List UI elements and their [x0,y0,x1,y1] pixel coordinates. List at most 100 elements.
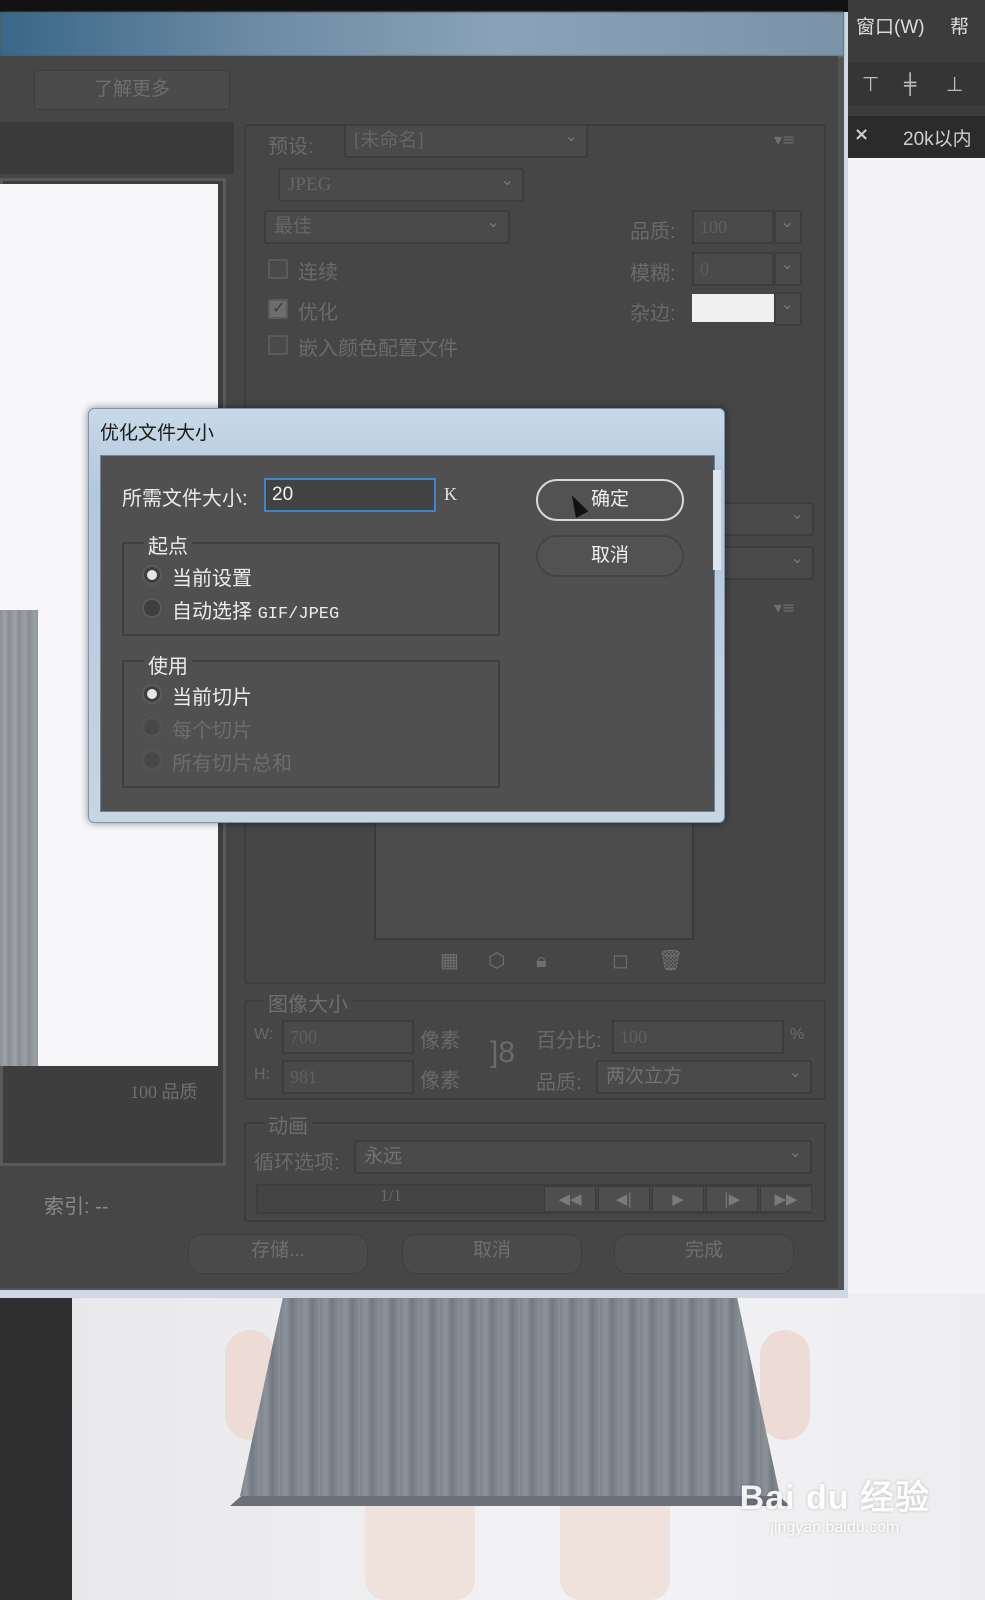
blur-field[interactable]: 0 [692,252,774,286]
start-group-title: 起点 [144,530,192,559]
preset-label: 预设: [268,136,314,158]
document-tab[interactable]: 20k以内 [903,124,972,151]
matte-label: 杂边: [630,303,676,325]
chevron-down-icon: ⌄ [564,126,578,145]
dither-select[interactable]: ⌄ [720,546,814,580]
photoshop-canvas [848,158,985,1293]
current-settings-radio[interactable] [142,565,162,585]
panel-menu-icon[interactable]: ▾≡ [774,130,795,149]
height-field[interactable]: 981 [282,1060,414,1094]
photo-skirt [240,1296,780,1496]
chevron-down-icon: ⌄ [780,294,794,313]
format-select[interactable]: JPEG ⌄ [278,168,524,202]
percent-unit: % [790,1026,805,1043]
loop-select[interactable]: 永远 ⌄ [354,1140,812,1174]
chevron-down-icon: ⌄ [486,212,500,231]
save-button[interactable]: 存储... [188,1234,368,1274]
optimized-label: 优化 [298,302,338,324]
resample-label: 品质: [536,1072,582,1094]
embed-profile-checkbox[interactable] [268,335,288,355]
last-frame-icon[interactable]: ▶▶ [760,1186,812,1212]
optimize-dialog-title: 优化文件大小 [100,423,215,444]
chevron-down-icon: ⌄ [790,548,804,567]
progressive-label: 连续 [298,262,338,284]
dialog-edge-highlight [713,470,721,570]
resample-select[interactable]: 两次立方 ⌄ [596,1060,812,1094]
animation-title: 动画 [264,1110,312,1139]
learn-more-button[interactable]: 了解更多 [34,70,230,110]
prev-frame-icon[interactable]: ◀| [598,1186,650,1212]
quality-label: 品质: [630,221,676,243]
matte-dropdown[interactable]: ⌄ [774,292,802,326]
matte-swatch[interactable] [692,294,774,322]
width-field[interactable]: 700 [282,1020,414,1054]
trash-icon[interactable]: 🗑︎ [658,948,683,972]
preview-person [0,610,38,1066]
chevron-down-icon: ⌄ [788,1062,802,1081]
chevron-down-icon: ⌄ [790,504,804,523]
width-unit: 像素 [420,1030,460,1052]
align-top-icon[interactable]: ⊤ [862,72,884,96]
dialog-cancel-button[interactable]: 取消 [536,535,684,577]
new-color-icon[interactable]: ◻ [612,948,629,972]
preview-quality-label: 100 品质 [130,1082,198,1102]
blur-dropdown[interactable]: ⌄ [774,252,802,286]
photo-leg-left [365,1506,475,1600]
height-label: H: [254,1066,270,1083]
first-frame-icon[interactable]: ◀◀ [544,1186,596,1212]
optimized-checkbox[interactable] [268,298,288,319]
height-unit: 像素 [420,1070,460,1092]
current-settings-label: 当前设置 [172,568,252,590]
chevron-down-icon: ⌄ [500,170,514,189]
progressive-checkbox[interactable] [268,259,288,279]
each-slice-radio[interactable] [142,717,162,737]
each-slice-label: 每个切片 [172,720,252,742]
width-label: W: [254,1026,274,1043]
frame-counter: 1/1 [380,1186,402,1205]
blur-label: 模糊: [630,263,676,285]
auto-select-format: GIF/JPEG [257,605,340,624]
menu-help[interactable]: 帮 [950,12,969,39]
photo-hand-right [760,1330,810,1440]
save-for-web-titlebar [0,12,844,56]
tab-close-icon[interactable]: × [854,124,869,145]
align-bottom-icon[interactable]: ⊥ [946,72,968,96]
left-panel-strip [0,1290,72,1600]
align-vcenter-icon[interactable]: ╪ [904,72,926,96]
quality-dropdown[interactable]: ⌄ [774,210,802,244]
ok-button[interactable]: 确定 [536,479,684,521]
current-slice-radio[interactable] [142,684,162,704]
auto-select-radio[interactable] [142,598,162,618]
web-snap-icon[interactable]: ▦ [440,948,459,972]
index-readout: 索引: -- [44,1196,109,1218]
menu-window[interactable]: 窗口(W) [856,12,925,39]
photo-skirt-hem [230,1496,790,1506]
cube-icon[interactable]: ⬡ [488,948,505,972]
total-slices-radio[interactable] [142,750,162,770]
percent-label: 百分比: [536,1030,602,1052]
percent-field[interactable]: 100 [612,1020,784,1054]
color-table [374,820,694,940]
baidu-watermark: Bai du 经验 jingyan.baidu.com [740,1470,930,1537]
next-frame-icon[interactable]: |▶ [706,1186,758,1212]
color-table-menu-icon[interactable]: ▾≡ [774,598,795,617]
total-slices-label: 所有切片总和 [172,753,292,775]
link-bracket-icon[interactable]: ]8 [490,1036,515,1070]
color-reduction-select[interactable]: ⌄ [720,502,814,536]
cancel-button[interactable]: 取消 [402,1234,582,1274]
lock-icon[interactable]: 🔒︎ [536,948,547,972]
preset-select[interactable]: [未命名] ⌄ [344,124,588,158]
current-slice-label: 当前切片 [172,687,252,709]
quality-field[interactable]: 100 [692,210,774,244]
desired-size-label: 所需文件大小: [122,488,248,510]
auto-select-label: 自动选择 GIF/JPEG [172,601,340,624]
photo-leg-right [560,1506,670,1600]
loop-label: 循环选项: [254,1152,340,1174]
quality-preset-select[interactable]: 最佳 ⌄ [264,210,510,244]
done-button[interactable]: 完成 [614,1234,794,1274]
status-bar [0,0,985,12]
desired-size-input[interactable]: 20 [264,478,436,512]
chevron-down-icon: ⌄ [788,1142,802,1161]
play-icon[interactable]: ▶ [652,1186,704,1212]
chevron-down-icon: ⌄ [780,212,794,231]
